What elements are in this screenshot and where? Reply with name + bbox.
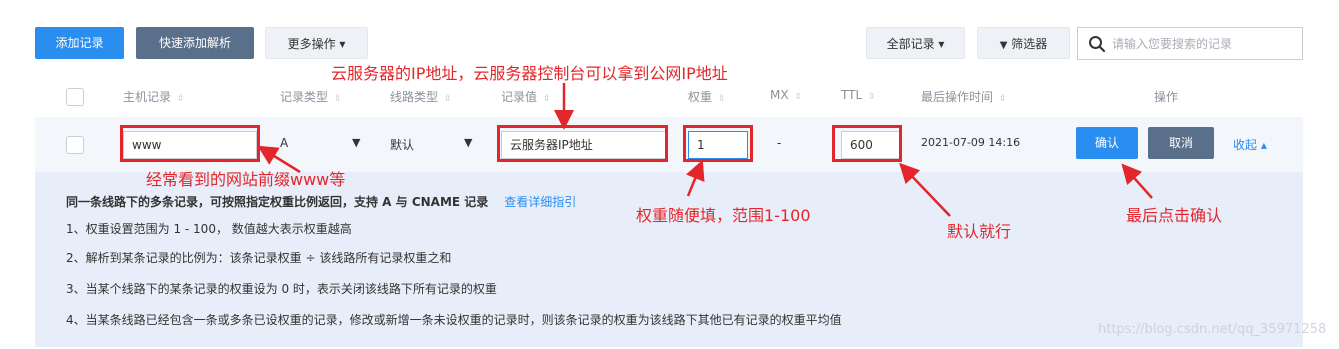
annotation-arrows [257, 83, 1153, 217]
arrow-prefix [257, 145, 301, 174]
arrow-weight [685, 159, 705, 197]
arrow-ttl [899, 162, 951, 217]
arrow-confirm [1121, 163, 1153, 199]
